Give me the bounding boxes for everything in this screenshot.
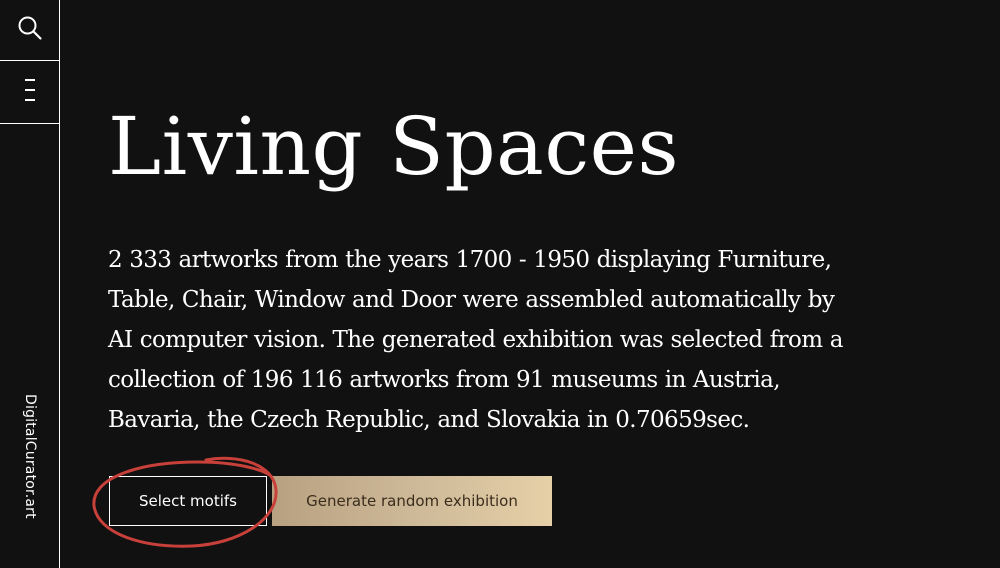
select-motifs-button[interactable]: Select motifs [109,476,267,526]
exhibition-description: 2 333 artworks from the years 1700 - 195… [108,240,918,440]
description-line: AI computer vision. The generated exhibi… [108,327,843,353]
description-line: collection of 196 116 artworks from 91 m… [108,367,781,393]
sidebar: DigitalCurator.art [0,0,60,568]
search-icon [17,15,43,45]
description-line: Bavaria, the Czech Republic, and Slovaki… [108,407,750,433]
page-title: Living Spaces [108,100,680,193]
brand-logo-text[interactable]: DigitalCurator.art [15,394,45,539]
description-line: Table, Chair, Window and Door were assem… [108,287,835,313]
generate-random-exhibition-label: Generate random exhibition [306,492,518,510]
description-line: 2 333 artworks from the years 1700 - 195… [108,247,832,273]
menu-button[interactable] [0,61,60,123]
select-motifs-label: Select motifs [139,492,237,510]
menu-icon [23,77,37,107]
sidebar-divider [0,123,60,124]
search-button[interactable] [0,0,60,60]
generate-random-exhibition-button[interactable]: Generate random exhibition [272,476,552,526]
